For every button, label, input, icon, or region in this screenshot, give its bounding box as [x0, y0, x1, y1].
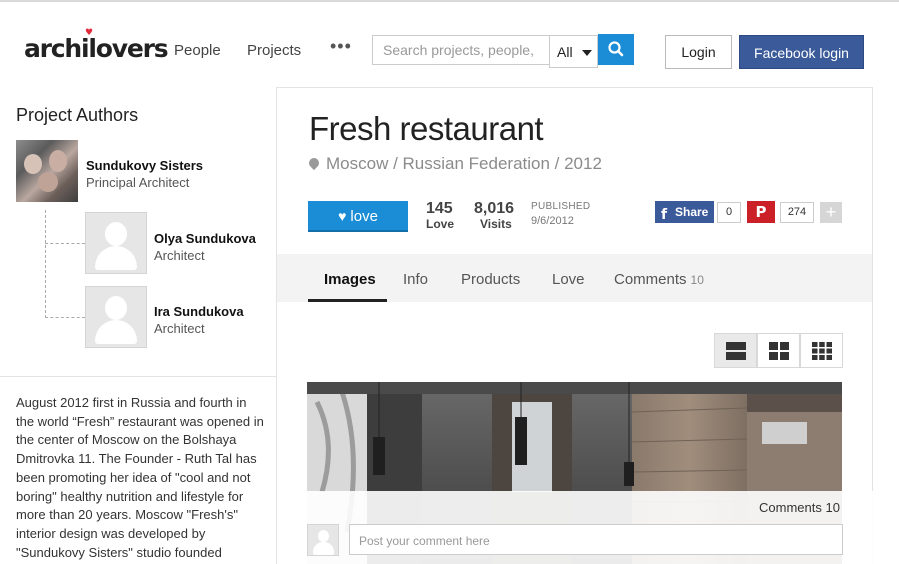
author-name[interactable]: Ira Sundukova [154, 304, 244, 319]
tab-comments-count: 10 [690, 273, 704, 287]
tab-info[interactable]: Info [403, 271, 428, 288]
author-name[interactable]: Sundukovy Sisters [86, 158, 203, 173]
visits-count-label: Visits [480, 217, 512, 231]
nav-projects[interactable]: Projects [247, 42, 301, 59]
author-role: Principal Architect [86, 175, 190, 190]
comment-input[interactable]: Post your comment here [349, 524, 843, 555]
content-top-rule [276, 87, 873, 88]
love-button-label: love [350, 208, 378, 225]
love-count-label: Love [426, 217, 455, 231]
content-left-rule [276, 87, 277, 564]
facebook-share-button[interactable]: f Share [655, 201, 714, 223]
logo-text: archilovers [24, 34, 169, 63]
facebook-login-button[interactable]: Facebook login [739, 35, 864, 69]
pinterest-icon: P [755, 203, 767, 221]
tree-connector [45, 243, 85, 244]
logo-heart-icon: ♥ [85, 28, 93, 38]
view-large-button[interactable] [714, 333, 757, 368]
caret-down-icon [582, 50, 592, 56]
comments-count-label: Comments 10 [759, 500, 840, 515]
nav-people[interactable]: People [174, 42, 221, 59]
logo[interactable]: archilovers ♥ [24, 28, 169, 63]
tab-products[interactable]: Products [461, 271, 520, 288]
published-date: 9/6/2012 [531, 215, 574, 227]
active-tab-indicator [308, 299, 387, 302]
search-icon [608, 41, 624, 57]
avatar-placeholder[interactable] [85, 286, 147, 348]
view-grid-9-icon [812, 342, 832, 360]
sidebar-divider [0, 376, 276, 377]
author-role: Architect [154, 321, 205, 336]
location-text: Moscow / Russian Federation / 2012 [326, 154, 602, 173]
project-description: August 2012 first in Russia and fourth i… [16, 395, 264, 560]
visits-count: 8,016 [474, 200, 515, 217]
tab-images[interactable]: Images [324, 271, 376, 288]
love-count: 145 [426, 200, 453, 217]
top-border [0, 0, 899, 2]
more-share-button[interactable]: + [820, 202, 842, 223]
love-button[interactable]: ♥ love [308, 201, 408, 232]
project-location[interactable]: Moscow / Russian Federation / 2012 [306, 154, 602, 174]
facebook-share-count: 0 [717, 202, 741, 223]
tab-comments-label: Comments [614, 271, 687, 288]
view-large-icon [726, 342, 746, 360]
published-label: PUBLISHED [531, 201, 591, 212]
pinterest-button[interactable]: P [747, 201, 775, 223]
author-avatar-photo[interactable] [16, 140, 78, 202]
avatar-placeholder[interactable] [85, 212, 147, 274]
view-grid-9-button[interactable] [800, 333, 843, 368]
tab-love[interactable]: Love [552, 271, 585, 288]
nav-more-button[interactable]: ••• [330, 36, 352, 57]
comment-user-avatar [307, 524, 339, 556]
search-button[interactable] [598, 34, 634, 65]
project-authors-heading: Project Authors [16, 105, 139, 125]
login-button[interactable]: Login [665, 35, 732, 69]
facebook-icon: f [661, 207, 668, 223]
author-role: Architect [154, 248, 205, 263]
tree-connector [45, 317, 85, 318]
view-grid-4-button[interactable] [757, 333, 800, 368]
search-filter-value: All [557, 44, 573, 60]
search-input[interactable]: Search projects, people, [372, 35, 550, 65]
pinterest-count: 274 [780, 202, 814, 223]
facebook-share-label: Share [675, 205, 709, 219]
project-title: Fresh restaurant [309, 110, 544, 147]
tab-comments[interactable]: Comments 10 [614, 271, 704, 288]
view-grid-4-icon [769, 342, 789, 360]
search-filter-select[interactable]: All [549, 35, 598, 68]
author-name[interactable]: Olya Sundukova [154, 231, 256, 246]
heart-icon: ♥ [338, 208, 347, 224]
tree-connector [45, 210, 46, 318]
map-pin-icon [306, 155, 322, 171]
